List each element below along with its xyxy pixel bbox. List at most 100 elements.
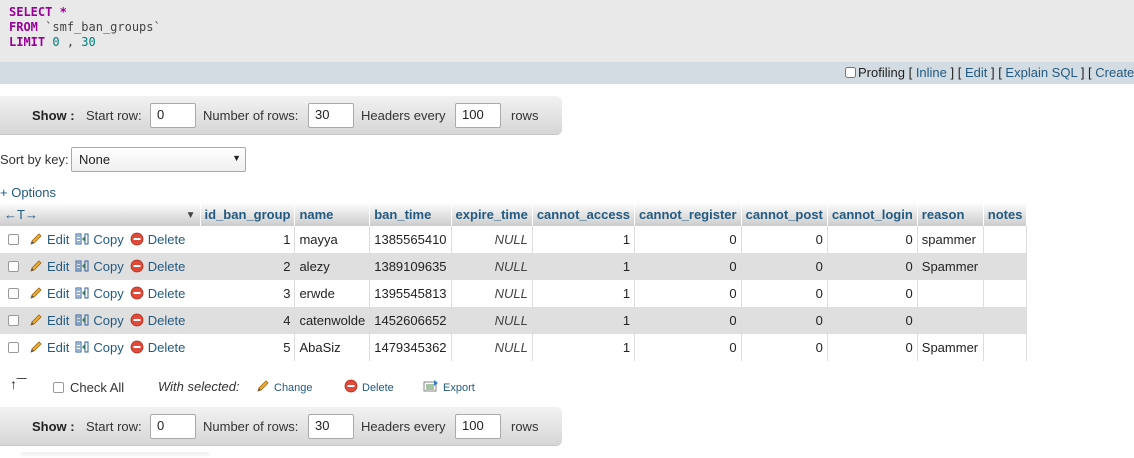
row-delete-button[interactable]: Delete (130, 340, 185, 355)
table-row[interactable]: Edit Copy Delete 2 alezy 1389109635 NULL 1 0 0 0 Sp… (0, 253, 1028, 280)
cell-id-ban-group[interactable]: 2 (200, 253, 296, 280)
row-delete-button[interactable]: Delete (130, 259, 185, 274)
cell-cannot-access[interactable]: 1 (532, 334, 636, 361)
row-copy-button[interactable]: Copy (75, 232, 124, 247)
table-row[interactable]: Edit Copy Delete 3 erwde 1395545813 NULL 1 0 0 0 (0, 280, 1028, 307)
cell-expire-time[interactable]: NULL (451, 226, 533, 253)
change-selected-button[interactable]: Change (256, 379, 313, 394)
cell-reason[interactable]: Spammer (917, 334, 984, 361)
cell-cannot-post[interactable]: 0 (741, 280, 828, 307)
cell-cannot-post[interactable]: 0 (741, 334, 828, 361)
options-link[interactable]: + Options (0, 185, 56, 200)
cell-id-ban-group[interactable]: 3 (200, 280, 296, 307)
row-delete-button[interactable]: Delete (130, 286, 185, 301)
cell-expire-time[interactable]: NULL (451, 253, 533, 280)
cell-ban-time[interactable]: 1395545813 (369, 280, 452, 307)
cell-ban-time[interactable]: 1385565410 (369, 226, 452, 253)
cell-ban-time[interactable]: 1452606652 (369, 307, 452, 334)
num-rows-input[interactable]: 30 (308, 414, 354, 439)
explain-sql-link[interactable]: Explain SQL (1005, 65, 1077, 80)
create-php-code-link[interactable]: Create (1095, 65, 1134, 80)
cell-cannot-access[interactable]: 1 (532, 253, 636, 280)
row-copy-button[interactable]: Copy (75, 259, 124, 274)
headers-every-input[interactable]: 100 (455, 103, 501, 128)
row-delete-button[interactable]: Delete (130, 232, 185, 247)
column-header-reason[interactable]: reason (917, 202, 984, 226)
cell-cannot-post[interactable]: 0 (741, 307, 828, 334)
row-edit-button[interactable]: Edit (29, 232, 69, 247)
cell-notes[interactable] (983, 226, 1028, 253)
row-copy-button[interactable]: Copy (75, 286, 124, 301)
cell-notes[interactable] (983, 334, 1028, 361)
column-header-cannot-access[interactable]: cannot_access (532, 202, 636, 226)
row-delete-button[interactable]: Delete (130, 313, 185, 328)
cell-cannot-register[interactable]: 0 (634, 226, 742, 253)
cell-cannot-post[interactable]: 0 (741, 253, 828, 280)
row-checkbox[interactable] (8, 234, 19, 245)
row-checkbox[interactable] (8, 261, 19, 272)
export-selected-button[interactable]: Export (423, 379, 475, 394)
column-menu-arrow-icon[interactable]: ▼ (186, 210, 196, 221)
cell-cannot-register[interactable]: 0 (634, 280, 742, 307)
cell-cannot-register[interactable]: 0 (634, 307, 742, 334)
cell-name[interactable]: AbaSiz (294, 334, 371, 361)
cell-name[interactable]: catenwolde (294, 307, 371, 334)
row-edit-button[interactable]: Edit (29, 286, 69, 301)
profiling-checkbox[interactable] (845, 67, 856, 78)
row-edit-button[interactable]: Edit (29, 313, 69, 328)
row-copy-button[interactable]: Copy (75, 340, 124, 355)
start-row-input[interactable]: 0 (150, 414, 196, 439)
column-header-cannot-login[interactable]: cannot_login (827, 202, 918, 226)
column-header-id-ban-group[interactable]: id_ban_group (200, 202, 296, 226)
edit-query-link[interactable]: Edit (965, 65, 987, 80)
cell-cannot-login[interactable]: 0 (827, 280, 918, 307)
table-row[interactable]: Edit Copy Delete 1 mayya 1385565410 NULL 1 0 0 0 sp… (0, 226, 1028, 253)
cell-notes[interactable] (983, 253, 1028, 280)
cell-name[interactable]: alezy (294, 253, 371, 280)
check-all-checkbox[interactable] (53, 382, 64, 393)
row-checkbox[interactable] (8, 315, 19, 326)
row-copy-button[interactable]: Copy (75, 313, 124, 328)
cell-reason[interactable]: Spammer (917, 253, 984, 280)
cell-name[interactable]: mayya (294, 226, 371, 253)
inline-link[interactable]: Inline (916, 65, 947, 80)
cell-reason[interactable] (917, 280, 984, 307)
delete-selected-button[interactable]: Delete (344, 379, 394, 394)
column-header-ban-time[interactable]: ban_time (369, 202, 452, 226)
cell-cannot-access[interactable]: 1 (532, 280, 636, 307)
cell-notes[interactable] (983, 307, 1028, 334)
cell-id-ban-group[interactable]: 1 (200, 226, 296, 253)
cell-expire-time[interactable]: NULL (451, 307, 533, 334)
cell-cannot-login[interactable]: 0 (827, 334, 918, 361)
column-header-notes[interactable]: notes (983, 202, 1028, 226)
cell-expire-time[interactable]: NULL (451, 280, 533, 307)
column-expand-arrows-icon[interactable]: ←T→ (4, 207, 38, 222)
cell-notes[interactable] (983, 280, 1028, 307)
cell-ban-time[interactable]: 1479345362 (369, 334, 452, 361)
num-rows-input[interactable]: 30 (308, 103, 354, 128)
row-edit-button[interactable]: Edit (29, 340, 69, 355)
cell-cannot-login[interactable]: 0 (827, 226, 918, 253)
cell-cannot-access[interactable]: 1 (532, 226, 636, 253)
cell-cannot-post[interactable]: 0 (741, 226, 828, 253)
check-all-label[interactable]: Check All (70, 380, 124, 395)
table-row[interactable]: Edit Copy Delete 4 catenwolde 1452606652 NULL 1… (0, 307, 1028, 334)
sort-by-key-select[interactable]: None ▼ (71, 147, 246, 172)
column-header-cannot-register[interactable]: cannot_register (634, 202, 742, 226)
cell-name[interactable]: erwde (294, 280, 371, 307)
cell-expire-time[interactable]: NULL (451, 334, 533, 361)
start-row-input[interactable]: 0 (150, 103, 196, 128)
column-header-name[interactable]: name (294, 202, 371, 226)
cell-id-ban-group[interactable]: 5 (200, 334, 296, 361)
headers-every-input[interactable]: 100 (455, 414, 501, 439)
cell-ban-time[interactable]: 1389109635 (369, 253, 452, 280)
cell-cannot-login[interactable]: 0 (827, 307, 918, 334)
column-header-cannot-post[interactable]: cannot_post (741, 202, 828, 226)
cell-cannot-login[interactable]: 0 (827, 253, 918, 280)
cell-id-ban-group[interactable]: 4 (200, 307, 296, 334)
row-checkbox[interactable] (8, 342, 19, 353)
cell-cannot-register[interactable]: 0 (634, 334, 742, 361)
row-checkbox[interactable] (8, 288, 19, 299)
cell-reason[interactable]: spammer (917, 226, 984, 253)
cell-reason[interactable] (917, 307, 984, 334)
